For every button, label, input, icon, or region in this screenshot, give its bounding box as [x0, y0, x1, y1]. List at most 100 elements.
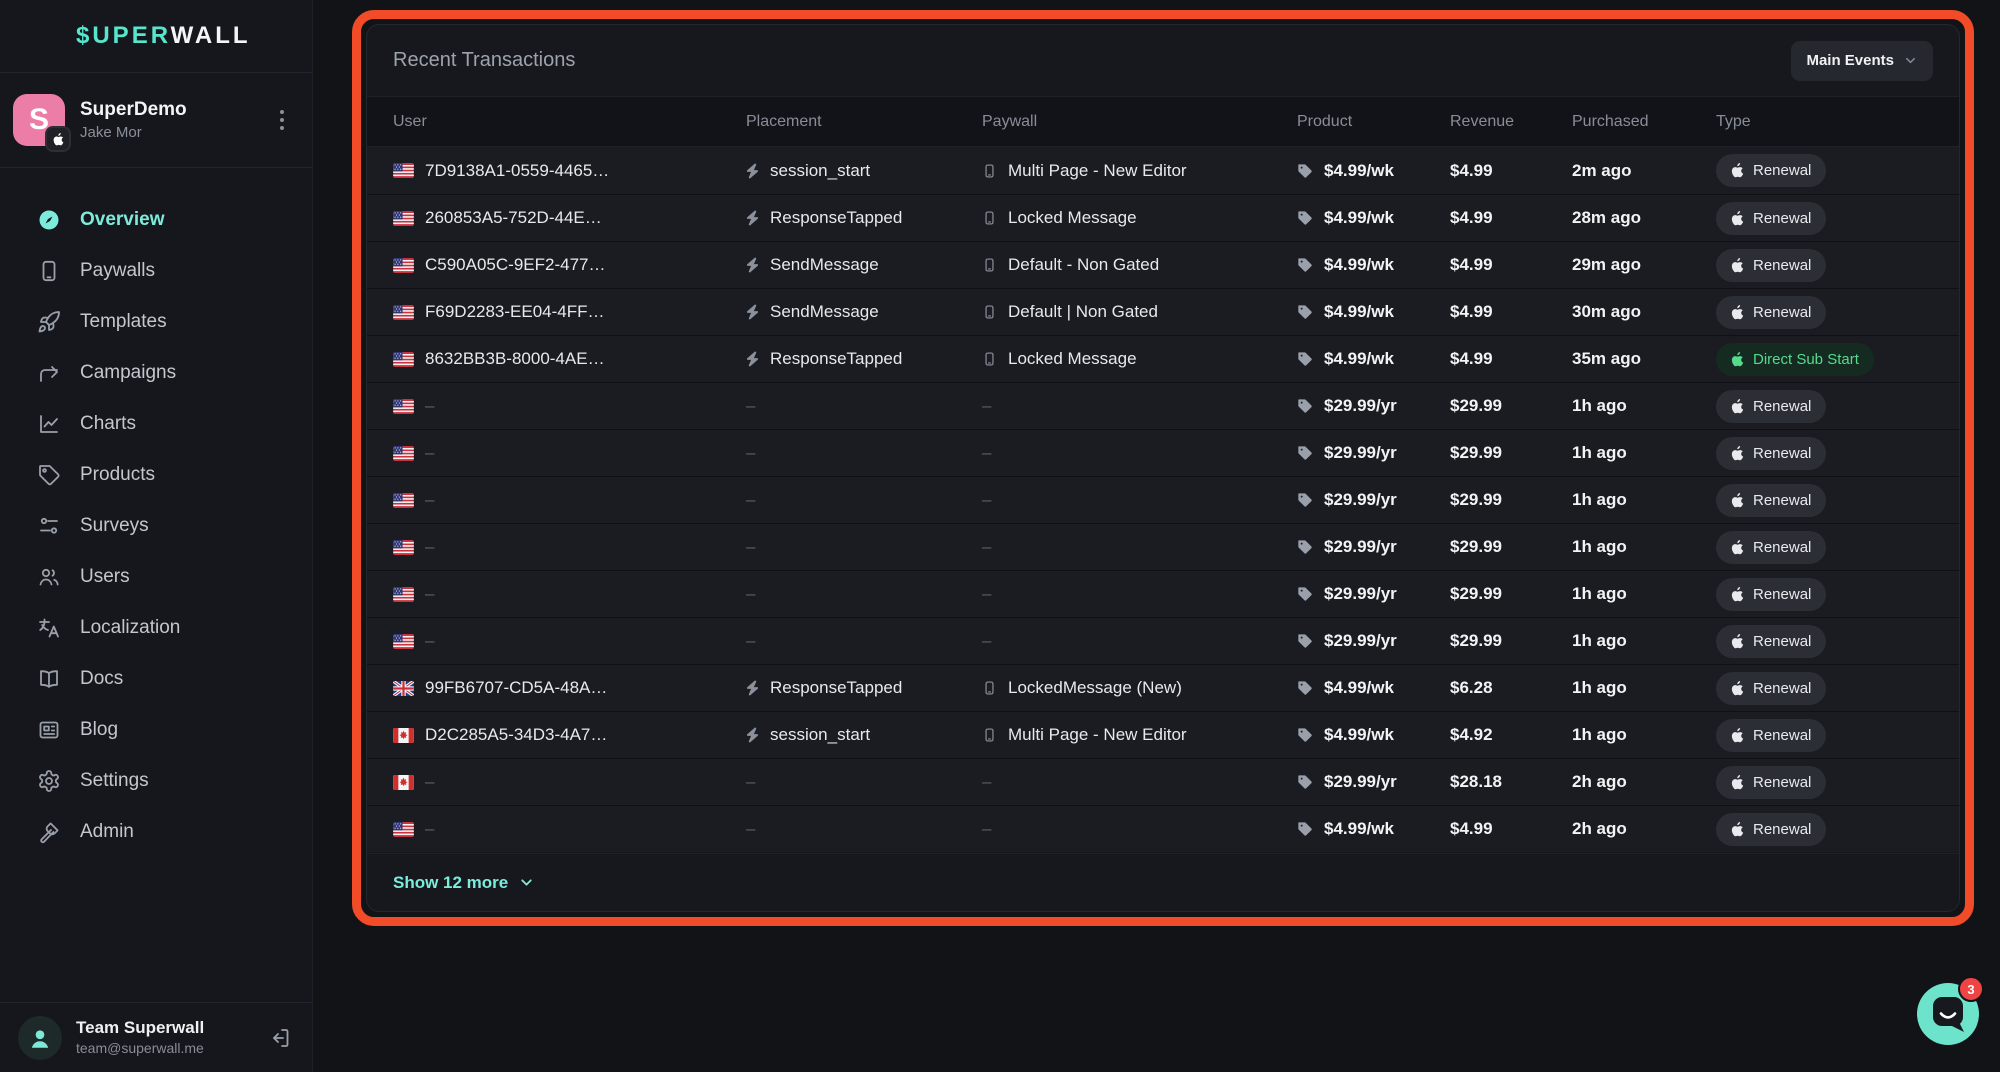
paywall-cell: – [982, 396, 1297, 416]
paywall-cell: Default | Non Gated [982, 302, 1297, 322]
sidebar-item-products[interactable]: Products [0, 449, 312, 500]
phone-icon [36, 258, 62, 284]
sidebar-item-localization[interactable]: Localization [0, 602, 312, 653]
purchased-cell: 2h ago [1572, 772, 1716, 792]
transaction-row[interactable]: D2C285A5-34D3-4A7… session_start Multi P… [367, 711, 1959, 758]
logout-icon[interactable] [268, 1026, 292, 1050]
logo: $UPERWALL [0, 0, 312, 73]
transaction-row[interactable]: F69D2283-EE04-4FF… SendMessage Default |… [367, 288, 1959, 335]
transaction-row[interactable]: 8632BB3B-8000-4AE… ResponseTapped Locked… [367, 335, 1959, 382]
transaction-row[interactable]: – – – $29.99/yr $29.99 1h ago Renewal [367, 570, 1959, 617]
product-cell: $4.99/wk [1297, 208, 1450, 228]
sidebar-item-charts[interactable]: Charts [0, 398, 312, 449]
column-header-user: User [393, 113, 746, 131]
product-cell: $29.99/yr [1297, 772, 1450, 792]
transaction-row[interactable]: – – – $29.99/yr $28.18 2h ago Renewal [367, 758, 1959, 805]
account-meta: Team Superwall team@superwall.me [76, 1018, 204, 1057]
paywall-phone-icon [982, 162, 997, 180]
sidebar-item-users[interactable]: Users [0, 551, 312, 602]
placement-name: – [746, 490, 755, 510]
chevron-down-icon [518, 874, 535, 891]
product-price: $4.99/wk [1324, 302, 1394, 322]
transaction-type-label: Renewal [1753, 257, 1811, 274]
paywall-phone-icon [982, 679, 997, 697]
placement-name: ResponseTapped [770, 349, 902, 369]
purchased-cell: 1h ago [1572, 584, 1716, 604]
revenue-cell: $29.99 [1450, 396, 1572, 416]
product-cell: $4.99/wk [1297, 302, 1450, 322]
product-tag-icon [1297, 633, 1313, 649]
workspace-menu-icon[interactable] [274, 104, 290, 136]
product-price: $29.99/yr [1324, 772, 1397, 792]
transaction-row[interactable]: – – – $29.99/yr $29.99 1h ago Renewal [367, 382, 1959, 429]
flag-gb-icon [393, 681, 414, 696]
transaction-row[interactable]: 260853A5-752D-44E… ResponseTapped Locked… [367, 194, 1959, 241]
sidebar-item-settings[interactable]: Settings [0, 755, 312, 806]
transaction-row[interactable]: C590A05C-9EF2-477… SendMessage Default -… [367, 241, 1959, 288]
chat-launcher[interactable]: 3 [1916, 982, 1980, 1046]
transaction-row[interactable]: 99FB6707-CD5A-48A… ResponseTapped Locked… [367, 664, 1959, 711]
user-id: 7D9138A1-0559-4465… [425, 161, 609, 181]
apple-icon [1731, 258, 1744, 273]
placement-cell: SendMessage [746, 302, 982, 322]
purchased-cell: 1h ago [1572, 725, 1716, 745]
sidebar-item-blog[interactable]: Blog [0, 704, 312, 755]
flag-ca-icon [393, 775, 414, 790]
paywall-cell: Multi Page - New Editor [982, 725, 1297, 745]
workspace-meta: SuperDemo Jake Mor [80, 98, 187, 143]
revenue-cell: $4.99 [1450, 302, 1572, 322]
product-price: $29.99/yr [1324, 584, 1397, 604]
sidebar-item-docs[interactable]: Docs [0, 653, 312, 704]
sidebar-item-admin[interactable]: Admin [0, 806, 312, 857]
sidebar-item-surveys[interactable]: Surveys [0, 500, 312, 551]
user-cell: – [393, 396, 746, 416]
paywall-cell: – [982, 490, 1297, 510]
revenue-cell: $4.92 [1450, 725, 1572, 745]
overview-icon [36, 207, 62, 233]
sidebar-item-campaigns[interactable]: Campaigns [0, 347, 312, 398]
show-more-button[interactable]: Show 12 more [367, 853, 1959, 911]
transaction-row[interactable]: – – – $29.99/yr $29.99 1h ago Renewal [367, 429, 1959, 476]
product-price: $29.99/yr [1324, 631, 1397, 651]
product-tag-icon [1297, 398, 1313, 414]
transaction-row[interactable]: – – – $29.99/yr $29.99 1h ago Renewal [367, 476, 1959, 523]
purchased-time: 2m ago [1572, 161, 1632, 181]
purchased-time: 30m ago [1572, 302, 1641, 322]
transaction-type-label: Renewal [1753, 398, 1811, 415]
paywall-name: – [982, 396, 991, 416]
user-cell: – [393, 819, 746, 839]
apple-icon [1731, 399, 1744, 414]
transaction-row[interactable]: – – – $4.99/wk $4.99 2h ago Renewal [367, 805, 1959, 852]
account-avatar[interactable] [18, 1016, 62, 1060]
paywall-cell: – [982, 772, 1297, 792]
transaction-row[interactable]: – – – $29.99/yr $29.99 1h ago Renewal [367, 523, 1959, 570]
user-cell: – [393, 443, 746, 463]
placement-name: ResponseTapped [770, 678, 902, 698]
flag-us-icon [393, 587, 414, 602]
type-cell: Renewal [1716, 625, 1933, 658]
user-id: 8632BB3B-8000-4AE… [425, 349, 605, 369]
main-events-dropdown[interactable]: Main Events [1791, 41, 1933, 81]
sidebar-item-overview[interactable]: Overview [0, 194, 312, 245]
sidebar-item-paywalls[interactable]: Paywalls [0, 245, 312, 296]
revenue-cell: $29.99 [1450, 443, 1572, 463]
product-tag-icon [1297, 304, 1313, 320]
transaction-type-badge: Renewal [1716, 578, 1826, 611]
transaction-row[interactable]: 7D9138A1-0559-4465… session_start Multi … [367, 147, 1959, 194]
type-cell: Direct Sub Start [1716, 343, 1933, 376]
column-header-placement: Placement [746, 113, 982, 131]
apple-platform-badge [45, 126, 71, 152]
revenue-amount: $29.99 [1450, 631, 1502, 651]
transaction-row[interactable]: – – – $29.99/yr $29.99 1h ago Renewal [367, 617, 1959, 664]
flag-us-icon [393, 305, 414, 320]
placement-name: – [746, 443, 755, 463]
user-id: – [425, 443, 434, 463]
placement-cell: – [746, 819, 982, 839]
sidebar-item-templates[interactable]: Templates [0, 296, 312, 347]
apple-icon [1731, 540, 1744, 555]
paywall-phone-icon [982, 256, 997, 274]
transaction-type-badge: Renewal [1716, 766, 1826, 799]
paywall-name: Default - Non Gated [1008, 255, 1159, 275]
flag-us-icon [393, 399, 414, 414]
workspace-switcher[interactable]: S SuperDemo Jake Mor [0, 73, 312, 168]
